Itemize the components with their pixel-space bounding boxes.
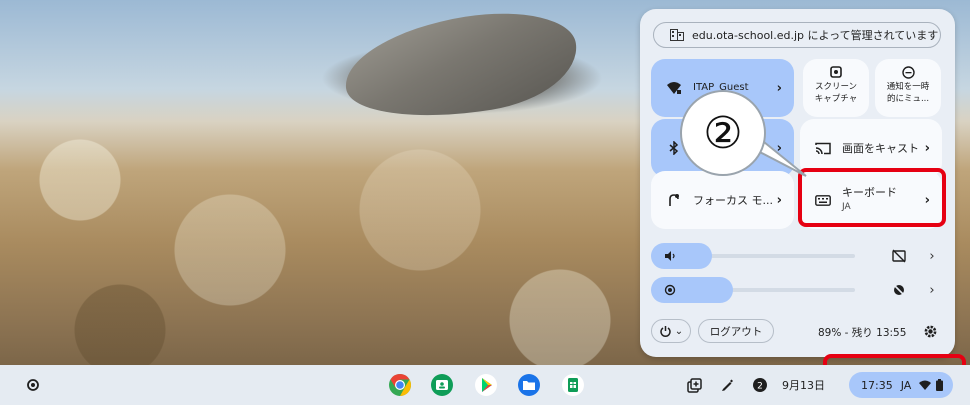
sign-out-button[interactable]: ログアウト: [698, 319, 774, 343]
brightness-icon: [663, 283, 677, 297]
wifi-icon: [665, 79, 683, 97]
settings-gear-icon[interactable]: [918, 319, 942, 343]
audio-settings-chevron-icon[interactable]: ›: [920, 244, 944, 268]
brightness-slider[interactable]: [651, 277, 855, 303]
do-not-disturb-icon: [901, 65, 915, 79]
play-store-icon[interactable]: [474, 373, 498, 397]
do-not-disturb-label-2: 的にミュ...: [886, 94, 930, 104]
chrome-icon[interactable]: [388, 373, 412, 397]
do-not-disturb-label-1: 通知を一時: [886, 82, 930, 92]
network-chevron-icon[interactable]: ›: [777, 81, 782, 96]
ime-indicator: JA: [900, 378, 912, 392]
audio-output-icon[interactable]: [887, 244, 911, 268]
focus-mode-icon: [665, 191, 683, 209]
building-icon: [670, 28, 684, 42]
svg-text:2: 2: [757, 382, 763, 392]
managed-text: edu.ota-school.ed.jp によって管理されています: [692, 29, 939, 42]
sheets-icon[interactable]: [561, 373, 585, 397]
holding-space-icon[interactable]: [683, 374, 705, 396]
step-callout: ②: [680, 90, 766, 176]
cast-icon: [814, 139, 832, 157]
battery-status: 89% - 残り 13:55: [818, 327, 907, 339]
night-light-icon[interactable]: [887, 278, 911, 302]
screen-capture-icon: [829, 65, 843, 79]
power-icon: [659, 325, 672, 338]
screen-capture-label-1: スクリーン: [814, 82, 858, 92]
focus-mode-chevron-icon[interactable]: ›: [777, 193, 782, 208]
screen-capture-tile[interactable]: スクリーン キャプチャ: [803, 59, 869, 117]
stylus-icon[interactable]: [716, 374, 738, 396]
battery-icon: [936, 379, 944, 391]
volume-slider[interactable]: [651, 243, 855, 269]
power-menu-button[interactable]: ⌄: [651, 319, 691, 343]
status-area-button[interactable]: 17:35 JA: [849, 372, 953, 398]
focus-mode-label: フォーカス モ...: [693, 194, 773, 207]
do-not-disturb-tile[interactable]: 通知を一時 的にミュ...: [875, 59, 941, 117]
power-chevron-icon: ⌄: [674, 325, 684, 337]
cast-chevron-icon[interactable]: ›: [925, 141, 930, 156]
launcher-icon[interactable]: [22, 374, 44, 396]
keyboard-highlight-box: [798, 168, 946, 227]
managed-device-pill[interactable]: edu.ota-school.ed.jp によって管理されています: [653, 22, 941, 48]
display-settings-chevron-icon[interactable]: ›: [920, 278, 944, 302]
screen-capture-label-2: キャプチャ: [814, 94, 858, 104]
notification-counter-icon[interactable]: 2: [749, 374, 771, 396]
wifi-status-icon: [919, 380, 932, 390]
clock-time: 17:35: [861, 378, 893, 392]
date-label[interactable]: 9月13日: [782, 373, 825, 397]
volume-fill: [651, 243, 713, 269]
files-icon[interactable]: [517, 373, 541, 397]
classroom-icon[interactable]: [430, 373, 454, 397]
volume-icon: [663, 249, 677, 263]
cast-label: 画面をキャスト: [842, 142, 919, 155]
